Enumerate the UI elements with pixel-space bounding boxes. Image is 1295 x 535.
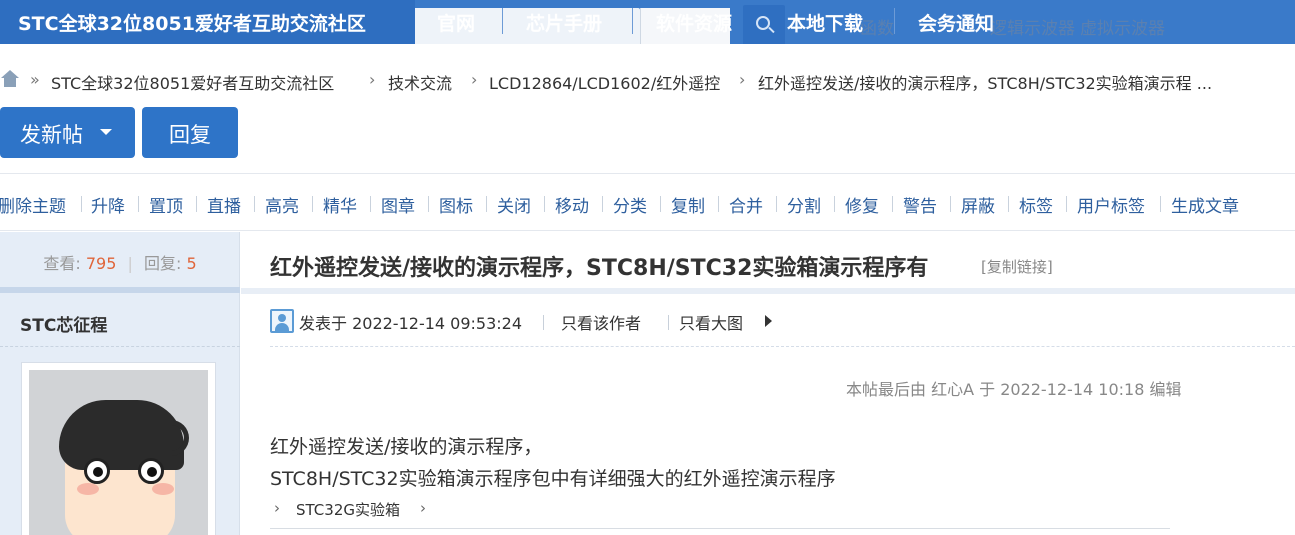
mod-copy[interactable]: 复制: [671, 192, 705, 217]
mod-divider: [370, 196, 371, 212]
mod-category[interactable]: 分类: [613, 192, 647, 217]
search-button[interactable]: [743, 5, 785, 44]
post-body-line-2: STC8H/STC32实验箱演示程序包中有详细强大的红外遥控演示程序: [270, 468, 836, 490]
author-divider: [0, 346, 240, 347]
play-icon[interactable]: [765, 315, 772, 327]
mod-move[interactable]: 移动: [555, 192, 589, 217]
mod-delete-thread[interactable]: 删除主题: [0, 192, 66, 217]
caret-down-icon: [100, 129, 112, 135]
meta-divider-line: [270, 346, 1295, 347]
breadcrumb-separator: »: [30, 70, 40, 89]
mod-divider: [1008, 196, 1009, 212]
top-nav: 请输入搜索内容 函数 逻辑示波器 虚拟示波器 STC全球32位8051爱好者互助…: [0, 0, 1295, 44]
nav-item-datasheets[interactable]: 芯片手册: [526, 0, 602, 44]
breadcrumb-separator: ›: [739, 70, 746, 89]
site-brand[interactable]: STC全球32位8051爱好者互助交流社区: [0, 0, 415, 44]
home-icon[interactable]: [0, 70, 20, 88]
user-icon[interactable]: [270, 309, 294, 333]
mod-divider: [950, 196, 951, 212]
hot-search-2[interactable]: 逻辑示波器: [990, 14, 1075, 39]
mod-block[interactable]: 屏蔽: [961, 192, 995, 217]
mod-divider: [81, 196, 82, 212]
hot-search-3[interactable]: 虚拟示波器: [1080, 14, 1165, 39]
mod-divider: [1160, 196, 1161, 212]
moderation-toolbar: 删除主题 升降 置顶 直播 高亮 精华 图章 图标 关闭 移动 分类 复制 合并…: [0, 173, 1295, 231]
new-post-label: 发新帖: [20, 123, 83, 147]
copy-link-button[interactable]: [复制链接]: [981, 256, 1053, 277]
replies-count: 5: [186, 254, 197, 273]
mod-split[interactable]: 分割: [787, 192, 821, 217]
stats-divider: |: [127, 254, 133, 273]
mod-warn[interactable]: 警告: [903, 192, 937, 217]
avatar[interactable]: [21, 362, 216, 535]
mod-generate-article[interactable]: 生成文章: [1171, 192, 1239, 217]
nav-item-official-site[interactable]: 官网: [437, 0, 475, 44]
breadcrumb-tech-exchange[interactable]: 技术交流: [388, 70, 452, 94]
mod-close[interactable]: 关闭: [497, 192, 531, 217]
mod-tag[interactable]: 标签: [1019, 192, 1053, 217]
stats-strip: [0, 287, 240, 293]
mod-divider: [776, 196, 777, 212]
avatar-image: [29, 370, 208, 535]
title-divider: [241, 288, 1295, 294]
post-tag[interactable]: STC32G实验箱: [296, 499, 400, 520]
mod-divider: [602, 196, 603, 212]
mod-divider: [254, 196, 255, 212]
mod-divider: [892, 196, 893, 212]
nav-divider: [894, 8, 895, 34]
mod-bump[interactable]: 升降: [91, 192, 125, 217]
meta-divider: [543, 315, 544, 330]
chevron-right-icon: ›: [420, 499, 426, 517]
mod-stamp[interactable]: 图章: [381, 192, 415, 217]
breadcrumb-current-thread[interactable]: 红外遥控发送/接收的演示程序，STC8H/STC32实验箱演示程 ...: [758, 70, 1212, 94]
nav-divider: [502, 8, 503, 34]
mod-digest[interactable]: 精华: [323, 192, 357, 217]
meta-divider: [668, 315, 669, 330]
breadcrumb-forum-home[interactable]: STC全球32位8051爱好者互助交流社区: [51, 70, 334, 94]
thread-stats: 查看: 795 | 回复: 5: [0, 232, 240, 287]
view-large-image-link[interactable]: 只看大图: [679, 310, 743, 334]
post-date: 发表于 2022-12-14 09:53:24: [299, 314, 523, 333]
mod-divider: [196, 196, 197, 212]
mod-divider: [1066, 196, 1067, 212]
reply-button[interactable]: 回复: [142, 107, 238, 158]
views-count: 795: [85, 254, 117, 273]
mod-divider: [486, 196, 487, 212]
breadcrumb-separator: ›: [369, 70, 376, 89]
mod-divider: [428, 196, 429, 212]
hot-search-1[interactable]: 函数: [860, 14, 894, 39]
nav-divider: [632, 8, 633, 34]
new-post-button[interactable]: 发新帖: [0, 107, 135, 158]
mod-divider: [718, 196, 719, 212]
mod-highlight[interactable]: 高亮: [265, 192, 299, 217]
mod-merge[interactable]: 合并: [729, 192, 763, 217]
breadcrumb-separator: ›: [471, 70, 478, 89]
author-sidebar: 查看: 795 | 回复: 5 STC芯征程: [0, 232, 240, 535]
nav-item-notices[interactable]: 会务通知: [918, 0, 994, 44]
tag-divider: [270, 528, 1170, 529]
breadcrumb-subforum[interactable]: LCD12864/LCD1602/红外遥控: [489, 70, 720, 94]
edit-note: 本帖最后由 红心A 于 2022-12-14 10:18 编辑: [846, 380, 1182, 399]
mod-divider: [544, 196, 545, 212]
views-label: 查看:: [43, 254, 81, 273]
thread-title: 红外遥控发送/接收的演示程序，STC8H/STC32实验箱演示程序有: [270, 256, 929, 281]
mod-icon[interactable]: 图标: [439, 192, 473, 217]
chevron-right-icon: ›: [274, 499, 280, 517]
view-author-only-link[interactable]: 只看该作者: [561, 310, 641, 334]
mod-divider: [660, 196, 661, 212]
nav-item-software[interactable]: 软件资源: [656, 0, 732, 44]
mod-live[interactable]: 直播: [207, 192, 241, 217]
mod-divider: [138, 196, 139, 212]
mod-repair[interactable]: 修复: [845, 192, 879, 217]
mod-divider: [312, 196, 313, 212]
mod-sticky[interactable]: 置顶: [149, 192, 183, 217]
post-body-line-1: 红外遥控发送/接收的演示程序，: [270, 436, 543, 458]
nav-item-local-download[interactable]: 本地下载: [787, 0, 863, 44]
author-name[interactable]: STC芯征程: [20, 311, 107, 336]
mod-user-tag[interactable]: 用户标签: [1077, 192, 1145, 217]
replies-label: 回复:: [143, 254, 182, 273]
mod-divider: [834, 196, 835, 212]
